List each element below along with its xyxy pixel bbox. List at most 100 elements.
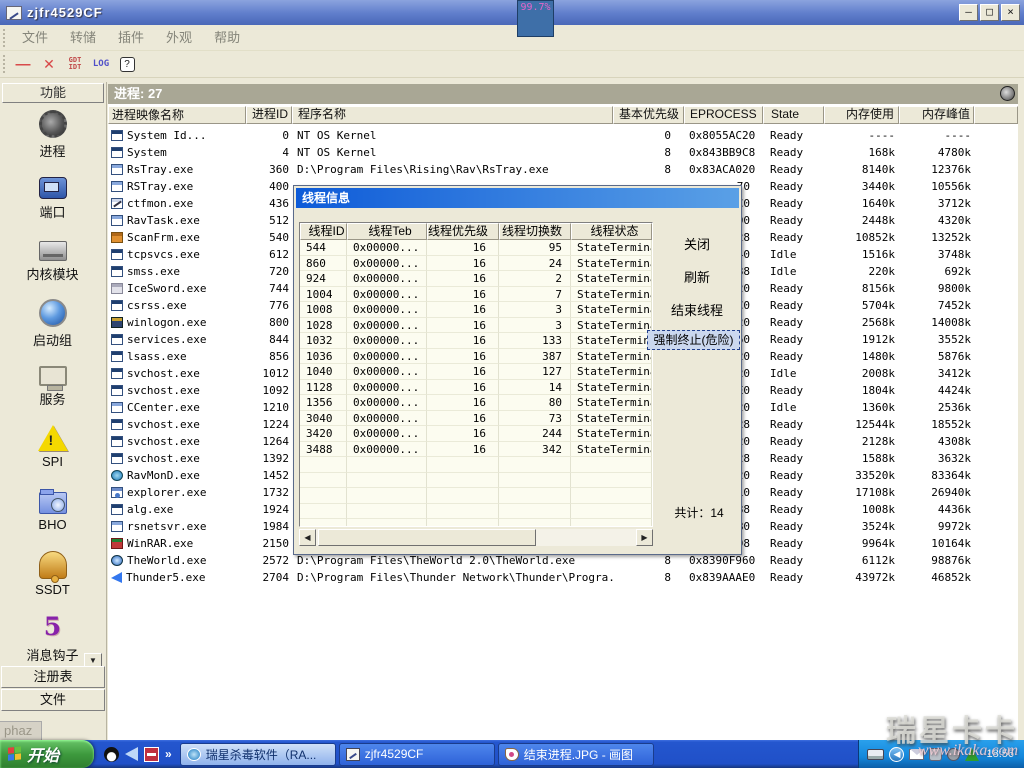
scroll-left-button[interactable]: ◀ xyxy=(299,529,316,546)
column-header-内存峰值[interactable]: 内存峰值 xyxy=(899,106,974,124)
force-terminate-button[interactable]: 强制终止(危险) xyxy=(647,330,740,350)
minimize-button[interactable]: – xyxy=(959,4,978,21)
close-thread-dialog-button[interactable]: 关闭 xyxy=(654,236,740,254)
thread-row[interactable]: 10360x00000...16387StateTermina xyxy=(300,349,652,365)
menu-item-转储[interactable]: 转储 xyxy=(59,27,107,49)
sidebar-item-SSDT[interactable]: SSDT xyxy=(0,547,105,610)
column-header-EPROCESS[interactable]: EPROCESS xyxy=(684,106,763,124)
column-header-进程ID[interactable]: 进程ID xyxy=(246,106,292,124)
thread-row[interactable]: 10320x00000...16133StateTermina xyxy=(300,333,652,349)
process-row[interactable]: Thunder5.exe2704D:\Program Files\Thunder… xyxy=(108,569,1018,586)
thread-cell xyxy=(427,457,499,473)
remove-icon[interactable]: — xyxy=(11,53,35,75)
taskbar-button-zjfr4529CF[interactable]: zjfr4529CF xyxy=(339,743,495,766)
log-icon[interactable]: LOG xyxy=(89,53,113,75)
menu-bar: 文件转储插件外观帮助 xyxy=(0,25,1024,51)
thread-row[interactable]: 10080x00000...163StateTermina xyxy=(300,302,652,318)
im-tray-icon[interactable] xyxy=(929,748,942,761)
restore-button[interactable]: □ xyxy=(980,4,999,21)
thread-row[interactable]: 10040x00000...167StateTermina xyxy=(300,287,652,303)
menu-item-帮助[interactable]: 帮助 xyxy=(203,27,251,49)
process-row[interactable]: System Id...0NT OS Kernel00x8055AC20Read… xyxy=(108,127,1018,144)
sidebar-item-端口[interactable]: 端口 xyxy=(0,169,105,232)
sidebar-item-SPI[interactable]: !SPI xyxy=(0,421,105,484)
thread-row[interactable]: 11280x00000...1614StateTermina xyxy=(300,380,652,396)
kill-thread-button[interactable]: 结束线程 xyxy=(654,302,740,320)
taskbar-button-结束进程.JPG - 画图[interactable]: 结束进程.JPG - 画图 xyxy=(498,743,654,766)
clock[interactable]: 18:56 xyxy=(984,748,1018,760)
sidebar-item-服务[interactable]: 服务 xyxy=(0,358,105,421)
thread-cell: 1008 xyxy=(300,302,347,318)
taskbar-button-瑞星杀毒软件（RA...[interactable]: 瑞星杀毒软件（RA... xyxy=(180,743,336,766)
column-header-基本优先级[interactable]: 基本优先级 xyxy=(613,106,684,124)
process-row[interactable]: RsTray.exe360D:\Program Files\Rising\Rav… xyxy=(108,161,1018,178)
title-bar[interactable]: zjfr4529CF – □ × xyxy=(0,0,1024,25)
dialog-title-bar[interactable]: 线程信息 xyxy=(296,188,739,208)
scroll-right-button[interactable]: ▶ xyxy=(636,529,653,546)
cut-icon[interactable] xyxy=(144,747,159,762)
sidebar-item-内核模块[interactable]: 内核模块 xyxy=(0,232,105,295)
sidebar-button-注册表[interactable]: 注册表 xyxy=(1,666,105,688)
column-header-内存使用[interactable]: 内存使用 xyxy=(824,106,899,124)
priority-cell: 8 xyxy=(613,161,684,178)
antivirus-tray-icon[interactable] xyxy=(965,748,979,761)
volume-tray-icon[interactable] xyxy=(947,748,960,761)
panel-gear-icon[interactable] xyxy=(1000,86,1015,101)
thread-column-header-线程ID[interactable]: 线程ID xyxy=(300,223,347,240)
thread-row[interactable]: 10400x00000...16127StateTermina xyxy=(300,364,652,380)
thread-column-header-线程状态[interactable]: 线程状态 xyxy=(571,223,652,240)
thread-column-header-线程优先级[interactable]: 线程优先级 xyxy=(427,223,499,240)
process-row[interactable]: System4NT OS Kernel80x843BB9C8Ready168k4… xyxy=(108,144,1018,161)
gdt-idt-icon[interactable]: GDT IDT xyxy=(63,53,87,75)
thunder-icon[interactable] xyxy=(125,747,138,761)
thread-cell: 24 xyxy=(499,256,571,272)
column-header-程序名称[interactable]: 程序名称 xyxy=(292,106,613,124)
thread-cell: 16 xyxy=(427,287,499,303)
toolbar-grip[interactable] xyxy=(3,55,7,73)
hide-icons-chevron[interactable]: ◀ xyxy=(889,747,904,762)
keyboard-tray-icon[interactable] xyxy=(867,749,884,760)
menu-item-插件[interactable]: 插件 xyxy=(107,27,155,49)
thread-cell: 16 xyxy=(427,256,499,272)
sidebar-button-文件[interactable]: 文件 xyxy=(1,689,105,711)
sidebar-item-启动组[interactable]: 启动组 xyxy=(0,295,105,358)
state-cell: Ready xyxy=(763,569,824,586)
qq-icon[interactable] xyxy=(104,747,119,762)
thread-row[interactable]: 30400x00000...1673StateTermina xyxy=(300,411,652,427)
mail-tray-icon[interactable] xyxy=(909,749,924,760)
sidebar-item-BHO[interactable]: BHO xyxy=(0,484,105,547)
column-header-State[interactable]: State xyxy=(763,106,824,124)
process-name-cell: System xyxy=(108,144,246,161)
process-icon xyxy=(111,453,123,464)
thread-cell: 1040 xyxy=(300,364,347,380)
menu-grip[interactable] xyxy=(3,29,7,47)
thread-row[interactable]: 34880x00000...16342StateTermina xyxy=(300,442,652,458)
process-icon xyxy=(111,300,123,311)
close-button[interactable]: × xyxy=(1001,4,1020,21)
thread-cell: 1028 xyxy=(300,318,347,334)
thread-column-header-线程切换数[interactable]: 线程切换数 xyxy=(499,223,571,240)
thread-row[interactable]: 34200x00000...16244StateTermina xyxy=(300,426,652,442)
thread-cell: 0x00000... xyxy=(347,271,427,287)
scroll-thumb[interactable] xyxy=(318,529,536,546)
delete-icon[interactable]: ✕ xyxy=(37,53,61,75)
process-count-header: 进程: 27 xyxy=(108,84,1018,104)
thread-row[interactable]: 8600x00000...1624StateTermina xyxy=(300,256,652,272)
thread-row[interactable]: 5440x00000...1695StateTermina xyxy=(300,240,652,256)
thread-row[interactable]: 13560x00000...1680StateTermina xyxy=(300,395,652,411)
menu-item-外观[interactable]: 外观 xyxy=(155,27,203,49)
refresh-button[interactable]: 刷新 xyxy=(654,269,740,287)
column-header-进程映像名称[interactable]: 进程映像名称 xyxy=(108,106,246,124)
menu-item-文件[interactable]: 文件 xyxy=(11,27,59,49)
start-button[interactable]: 开始 xyxy=(0,740,94,768)
thread-cell: 1036 xyxy=(300,349,347,365)
thread-row[interactable]: 9240x00000...162StateTermina xyxy=(300,271,652,287)
sidebar-item-进程[interactable]: 进程 xyxy=(0,106,105,169)
process-name-cell: rsnetsvr.exe xyxy=(108,518,246,535)
thread-column-header-线程Teb[interactable]: 线程Teb xyxy=(347,223,427,240)
thread-row[interactable]: 10280x00000...163StateTermina xyxy=(300,318,652,334)
sidebar-header-功能[interactable]: 功能 xyxy=(2,83,104,103)
help-icon[interactable]: ? xyxy=(120,57,135,72)
process-icon xyxy=(111,249,123,260)
more-chevron-icon[interactable]: » xyxy=(165,747,172,762)
